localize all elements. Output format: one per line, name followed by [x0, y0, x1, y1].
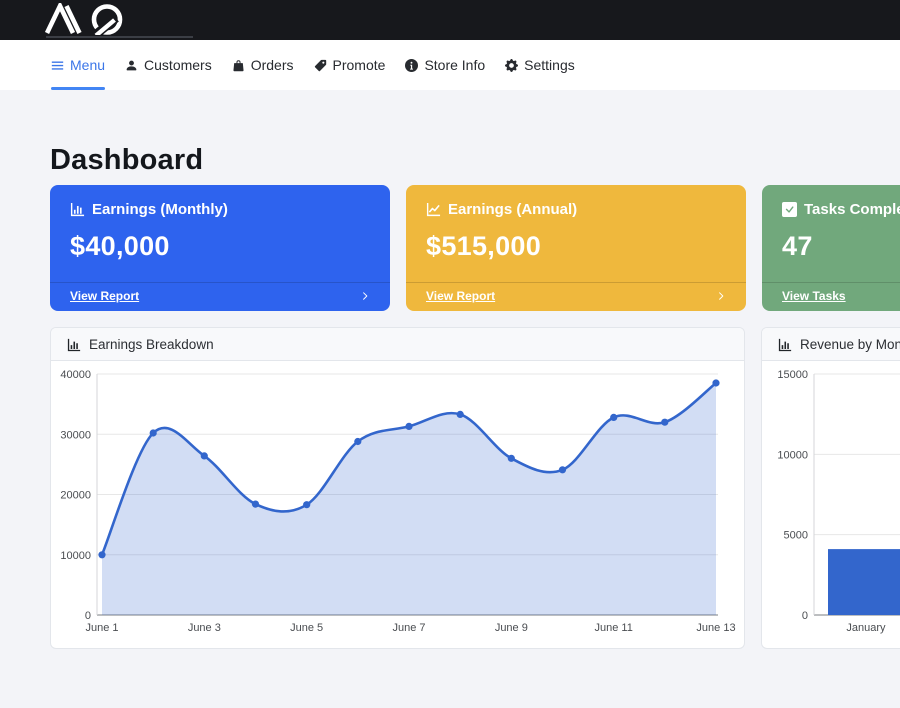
line-chart-icon	[426, 202, 441, 217]
chart-title: Revenue by Month	[800, 337, 900, 352]
svg-text:June 7: June 7	[392, 622, 425, 634]
svg-text:10000: 10000	[777, 449, 808, 461]
stat-card-footer-link-view-report[interactable]: View Report	[50, 282, 390, 311]
svg-text:40000: 40000	[60, 369, 91, 381]
nav-item-label: Settings	[524, 57, 575, 73]
stat-card-value: 47	[782, 231, 900, 262]
svg-text:June 11: June 11	[595, 622, 633, 634]
charts-row: Earnings Breakdown 0 10000 20000 30000 40000 J…	[50, 327, 900, 649]
nav-item-customers[interactable]: Customers	[125, 40, 212, 90]
brand-underline	[46, 36, 193, 38]
stat-card-title: Earnings (Annual)	[448, 201, 577, 218]
svg-text:0: 0	[802, 610, 808, 622]
svg-text:10000: 10000	[60, 550, 91, 562]
svg-text:June 1: June 1	[85, 622, 118, 634]
nav-item-label: Orders	[251, 57, 294, 73]
bar-chart-icon	[778, 338, 792, 352]
topbar	[0, 0, 900, 40]
stat-card-link-label: View Tasks	[782, 289, 846, 303]
aq-logo-icon[interactable]	[45, 3, 133, 35]
stat-card-title: Tasks Completed	[804, 201, 900, 218]
stat-card-link-label: View Report	[426, 289, 495, 303]
nav-item-label: Store Info	[424, 57, 485, 73]
chart-card-header: Earnings Breakdown	[51, 328, 744, 361]
chevron-right-icon	[360, 291, 370, 301]
tag-icon	[314, 59, 327, 72]
svg-text:5000: 5000	[784, 530, 808, 542]
stat-card-footer-link-view-tasks[interactable]: View Tasks	[762, 282, 900, 311]
chevron-right-icon	[716, 291, 726, 301]
info-icon	[405, 59, 418, 72]
person-icon	[125, 59, 138, 72]
stat-card-earnings-monthly: Earnings (Monthly) $40,000 View Report	[50, 185, 390, 311]
nav-item-settings[interactable]: Settings	[505, 40, 575, 90]
svg-text:January: January	[846, 622, 886, 634]
stat-card-value: $40,000	[70, 231, 370, 262]
hamburger-icon	[51, 59, 64, 72]
nav-item-menu[interactable]: Menu	[51, 40, 105, 90]
nav-item-promote[interactable]: Promote	[314, 40, 386, 90]
chart-plot-area[interactable]: 0 10000 20000 30000 40000 June 1 June 3 June 5 J…	[51, 361, 744, 648]
svg-text:June 13: June 13	[696, 622, 735, 634]
dashboard-content: Dashboard Earnings (Monthly) $40,000 View …	[0, 144, 900, 649]
gear-icon	[505, 59, 518, 72]
svg-text:June 3: June 3	[188, 622, 221, 634]
stat-card-tasks-completed: Tasks Completed 47 View Tasks	[762, 185, 900, 311]
nav-item-orders[interactable]: Orders	[232, 40, 294, 90]
nav-item-label: Promote	[333, 57, 386, 73]
main-nav: Menu Customers Orders Promote Store Info Sett…	[0, 40, 900, 90]
chart-card-header: Revenue by Month	[762, 328, 900, 361]
svg-text:30000: 30000	[60, 429, 91, 441]
chart-plot-area[interactable]: 0 5000 10000 15000 January	[762, 361, 900, 648]
stat-card-value: $515,000	[426, 231, 726, 262]
svg-text:June 5: June 5	[290, 622, 323, 634]
stat-cards-row: Earnings (Monthly)$40,000View ReportEarn…	[50, 185, 900, 311]
chart-card-earnings-breakdown: Earnings Breakdown 0 10000 20000 30000 40000 J…	[50, 327, 745, 649]
nav-item-store-info[interactable]: Store Info	[405, 40, 485, 90]
nav-item-label: Customers	[144, 57, 212, 73]
bag-icon	[232, 59, 245, 72]
stat-card-earnings-annual: Earnings (Annual) $515,000 View Report	[406, 185, 746, 311]
bar-chart-icon	[70, 202, 85, 217]
nav-item-label: Menu	[70, 57, 105, 73]
svg-text:15000: 15000	[777, 369, 808, 381]
chart-title: Earnings Breakdown	[89, 337, 214, 352]
check-square-icon	[782, 202, 797, 217]
stat-card-title: Earnings (Monthly)	[92, 201, 228, 218]
svg-text:June 9: June 9	[495, 622, 528, 634]
stat-card-link-label: View Report	[70, 289, 139, 303]
stat-card-footer-link-view-report[interactable]: View Report	[406, 282, 746, 311]
page-title: Dashboard	[50, 144, 900, 177]
chart-card-revenue-by-month: Revenue by Month 0 5000 10000 15000 January	[761, 327, 900, 649]
bar-chart-icon	[67, 338, 81, 352]
svg-text:0: 0	[85, 610, 91, 622]
svg-text:20000: 20000	[60, 490, 91, 502]
